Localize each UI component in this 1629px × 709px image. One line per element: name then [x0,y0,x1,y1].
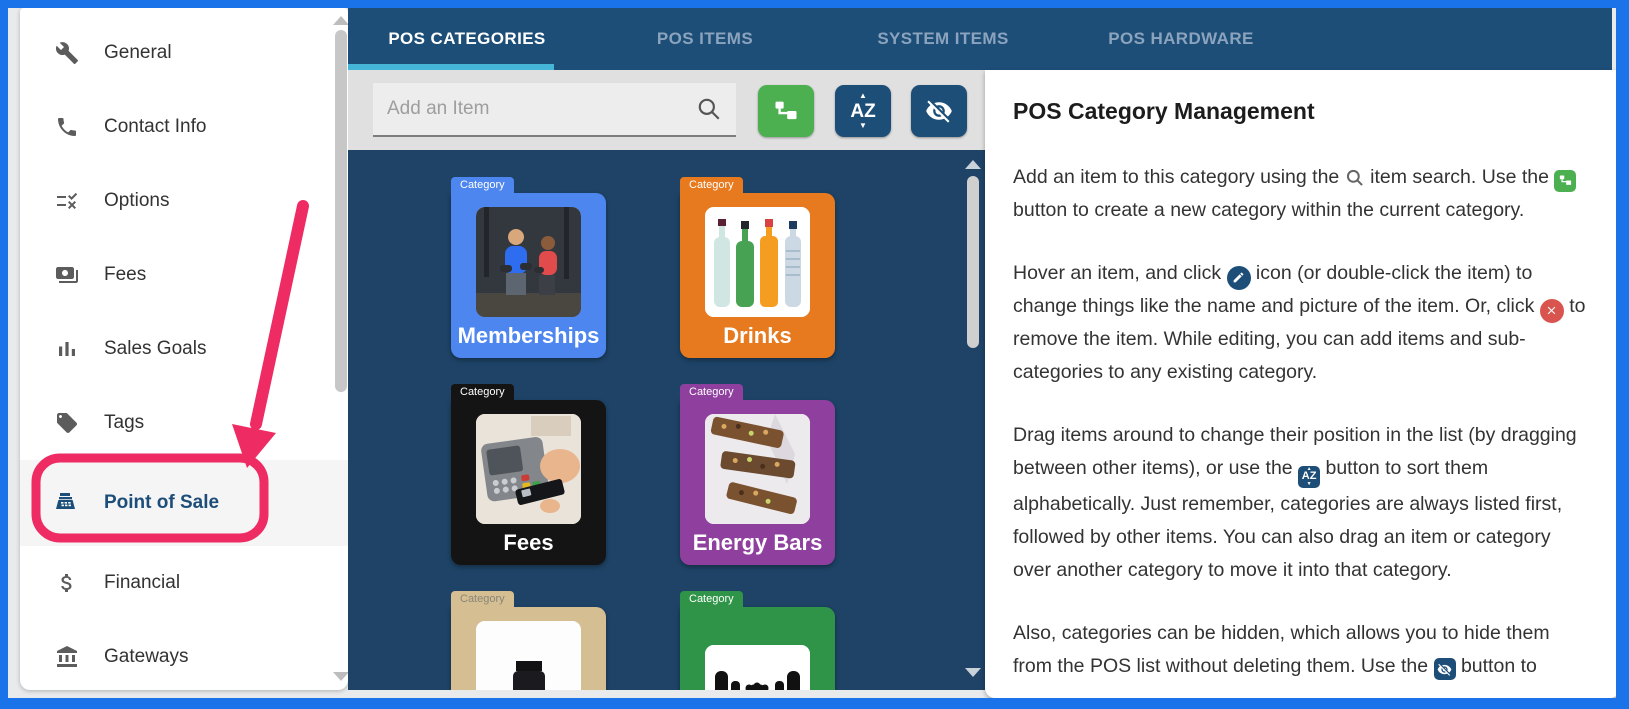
edit-circle-icon [1226,265,1251,290]
sidebar-item-contact-info[interactable]: Contact Info [20,90,348,164]
tab-pos-items[interactable]: POS ITEMS [586,8,824,70]
supplement-bottle-photo [476,621,581,690]
sidebar-item-label: Point of Sale [104,492,220,513]
sidebar-item-fees[interactable]: Fees [20,238,348,312]
bank-icon [55,645,79,669]
category-badge: Category [451,384,514,400]
sort-alpha-badge-icon: A ▲ ▼ Z [1298,465,1321,488]
grid-scroll-up-icon[interactable] [965,160,981,169]
category-tile[interactable]: Category [451,591,606,690]
card-terminal-photo [476,414,581,524]
category-tile-label: Drinks [723,323,792,348]
grid-scrollbar[interactable] [965,150,981,690]
pos-toolbar: A▲▼Z [348,70,985,150]
category-tile-label: Fees [503,530,554,555]
toggle-hidden-button[interactable] [911,85,967,137]
sidebar-item-point-of-sale[interactable]: Point of Sale [20,460,348,546]
window-canvas: Gateways Financial Point of Sale Tags Sales … [8,8,1616,698]
settings-sidebar: Gateways Financial Point of Sale Tags Sales … [20,8,348,690]
rule-icon [55,189,79,213]
help-text: Hover an item, and click [1013,262,1227,284]
sidebar-scrollbar[interactable] [333,8,348,690]
item-search-input[interactable] [373,98,696,120]
sidebar-item-options[interactable]: Options [20,164,348,238]
help-title: POS Category Management [1013,98,1315,124]
sidebar-item-label: Fees [104,264,147,285]
category-tile-label: Energy Bars [692,530,823,555]
search-icon [696,96,722,122]
help-paragraph: Add an item to this category using the i… [1013,161,1591,227]
sidebar-item-general[interactable]: General [20,16,348,90]
sidebar-item-tags[interactable]: Tags [20,386,348,460]
scroll-up-icon[interactable] [333,16,348,25]
category-tile-memberships[interactable]: Category Memberships [451,177,606,358]
bottles-photo [705,207,810,317]
category-badge: Category [451,177,514,193]
payments-icon [55,263,79,287]
category-tile-drinks[interactable]: Category Drinks [680,177,835,358]
tree-icon [772,97,800,125]
category-tile-label: Memberships [457,323,600,348]
help-text: Drag items around to change their positi… [1013,424,1577,479]
help-paragraph: Hover an item, and click icon (or double… [1013,257,1591,389]
sort-alpha-button[interactable]: A ▲ ▼ Z [835,85,891,137]
sidebar-item-label: Tags [104,412,145,433]
category-tile-energy-bars[interactable]: Category Energy Bars [680,384,835,565]
help-paragraph: Drag items around to change their positi… [1013,419,1591,587]
help-panel: POS Category Management Add an item to t… [985,70,1616,698]
help-text: button to create a new category within t… [1013,199,1525,221]
category-badge: Category [451,591,514,607]
tag-icon [55,411,79,435]
sidebar-item-label: Gateways [104,646,189,667]
category-badge: Category [680,177,743,193]
hide-badge-icon [1433,658,1456,680]
energy-bars-photo [705,414,810,524]
dumbbells-photo [705,645,810,690]
help-text: button to [1455,654,1537,677]
remove-circle-icon [1539,298,1564,323]
sidebar-item-label: Options [104,190,170,211]
cash-register-icon [55,491,79,515]
tab-system-items[interactable]: SYSTEM ITEMS [824,8,1062,70]
category-badge: Category [680,384,743,400]
grid-scroll-down-icon[interactable] [965,668,981,677]
sidebar-item-label: Sales Goals [104,338,207,359]
pos-tabs-bar: POS CATEGORIES POS ITEMS SYSTEM ITEMS POS H… [348,8,1612,70]
sidebar-item-sales-goals[interactable]: Sales Goals [20,312,348,386]
sidebar-item-label: Financial [104,572,181,593]
tab-pos-categories[interactable]: POS CATEGORIES [348,8,586,70]
category-badge: Category [680,591,743,607]
pos-settings-window: Gateways Financial Point of Sale Tags Sales … [0,0,1629,709]
category-grid: Category Category Category Energy Bars Categ… [348,150,985,690]
search-small-icon [1345,168,1365,188]
eye-off-icon [925,97,953,125]
dollar-icon [55,571,79,595]
help-text: item search. Use the [1364,166,1555,188]
add-category-button[interactable] [758,85,814,137]
wrench-icon [55,41,79,65]
item-search-box [373,83,736,137]
sidebar-scroll-thumb[interactable] [335,30,347,392]
sidebar-item-gateways[interactable]: Gateways [20,620,348,690]
add-category-badge-icon [1554,169,1577,192]
tab-pos-hardware[interactable]: POS HARDWARE [1062,8,1300,70]
phone-icon [55,115,79,139]
help-paragraph: Also, categories can be hidden, which al… [1013,617,1591,683]
category-tile[interactable]: Category [680,591,835,690]
grid-scroll-thumb[interactable] [967,176,979,348]
category-tile-fees[interactable]: Category Fees [451,384,606,565]
bar-chart-icon [55,337,79,361]
sidebar-item-label: Contact Info [104,116,207,137]
gym-photo [476,207,581,317]
sort-alpha-icon: A ▲ ▼ Z [850,91,876,130]
help-text: Add an item to this category using the [1013,166,1345,188]
sidebar-item-financial[interactable]: Financial [20,546,348,620]
scroll-down-icon[interactable] [333,672,348,681]
sidebar-item-label: General [104,42,172,63]
